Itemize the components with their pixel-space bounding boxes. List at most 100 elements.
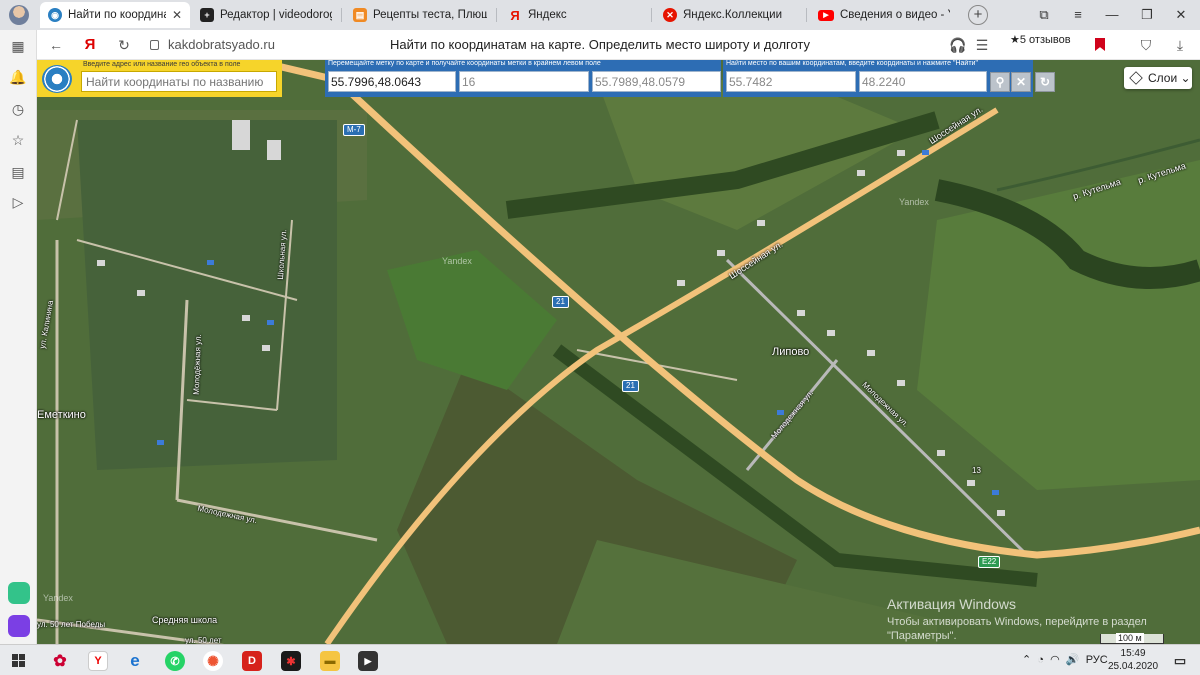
- alice-app-icon[interactable]: [8, 615, 30, 637]
- recipe-icon: ▤: [353, 8, 367, 22]
- pinwheel-app-icon[interactable]: ✿: [50, 651, 70, 671]
- hamburger-menu-icon[interactable]: ≡: [1067, 4, 1089, 26]
- village-label: Липово: [772, 346, 810, 358]
- messenger-app-icon[interactable]: [8, 582, 30, 604]
- clock-date: 25.04.2020: [1108, 661, 1159, 672]
- tab-editor[interactable]: + Редактор | videodorogros: [192, 2, 340, 28]
- search-hint: Введите адрес или название гео объекта в…: [83, 61, 241, 68]
- house-number-label: 13: [972, 466, 981, 475]
- globe-icon: ◉: [48, 8, 62, 22]
- yandex-watermark: Yandex: [899, 197, 929, 207]
- tab-title: Яндекс: [528, 9, 567, 21]
- marker-panel: Перемещайте метку по карте и получайте к…: [325, 60, 721, 97]
- wifi-icon[interactable]: ◠: [1050, 654, 1060, 666]
- find-search-icon[interactable]: ⚲: [990, 72, 1010, 92]
- tab-separator: [341, 8, 342, 22]
- youtube-icon: ▶: [818, 9, 834, 21]
- minimize-icon[interactable]: —: [1101, 4, 1123, 26]
- tab-separator: [806, 8, 807, 22]
- reload-icon[interactable]: ↻: [114, 35, 134, 55]
- yandex-icon: Я: [510, 7, 520, 23]
- close-icon[interactable]: ✕: [172, 8, 182, 22]
- address-bar: ← Я ↻ kakdobratsyado.ru Найти по координ…: [0, 30, 1200, 60]
- maximize-icon[interactable]: ❐: [1136, 4, 1158, 26]
- file-explorer-icon[interactable]: ▬: [320, 651, 340, 671]
- yandex-browser-taskbar-icon[interactable]: Y: [88, 651, 108, 671]
- photos-app-icon[interactable]: ✺: [203, 651, 223, 671]
- tab-recipes[interactable]: ▤ Рецепты теста, Плюшка к: [345, 2, 495, 28]
- video-editor-icon[interactable]: ▶: [358, 651, 378, 671]
- activation-line: Чтобы активировать Windows, перейдите в …: [887, 616, 1147, 628]
- tabs-menu-icon[interactable]: ⧉: [1033, 4, 1055, 26]
- clock-icon[interactable]: ◷: [9, 100, 27, 118]
- reviews-badge[interactable]: ★5 отзывов: [1010, 33, 1071, 46]
- site-logo-icon[interactable]: [42, 65, 72, 93]
- tab-title: Рецепты теста, Плюшка к: [373, 9, 487, 21]
- find-hint: Найти место по вашим координатам, введит…: [726, 60, 978, 67]
- tab-coordinates[interactable]: ◉ Найти по координатам ✕: [40, 2, 190, 28]
- refresh-icon[interactable]: ↻: [1035, 72, 1055, 92]
- yandex-watermark: Yandex: [442, 256, 472, 266]
- road-badge: 21: [622, 380, 639, 392]
- zoom-field[interactable]: [459, 71, 589, 92]
- yandex-watermark: Yandex: [43, 593, 73, 603]
- lock-icon[interactable]: [150, 40, 159, 50]
- layers-icon: [1129, 71, 1143, 85]
- marker-coords-field[interactable]: [328, 71, 456, 92]
- url-text[interactable]: kakdobratsyado.ru: [168, 37, 275, 52]
- road-badge: E22: [978, 556, 1001, 568]
- edge-icon[interactable]: e: [125, 651, 145, 671]
- notifications-icon[interactable]: ▭: [1170, 651, 1190, 671]
- layers-button[interactable]: Слои ⌄: [1124, 67, 1192, 89]
- tab-title: Сведения о видео - YouT: [840, 9, 950, 21]
- tab-yandex[interactable]: Я Яндекс: [500, 2, 650, 28]
- search-by-name-input[interactable]: [81, 71, 277, 92]
- spider-app-icon[interactable]: ✱: [281, 651, 301, 671]
- notes-icon[interactable]: ▤: [9, 163, 27, 181]
- tab-collections[interactable]: ✕ Яндекс.Коллекции: [655, 2, 805, 28]
- windows-start-icon[interactable]: [12, 654, 25, 667]
- back-arrow-icon[interactable]: ←: [46, 35, 66, 55]
- d-app-icon[interactable]: D: [242, 651, 262, 671]
- reader-mode-icon[interactable]: ☰: [972, 35, 992, 55]
- new-tab-button[interactable]: +: [968, 5, 988, 25]
- bell-icon[interactable]: 🔔: [9, 68, 27, 86]
- taskbar-clock[interactable]: 15:49 25.04.2020: [1108, 647, 1158, 673]
- language-indicator[interactable]: РУС: [1086, 654, 1108, 666]
- extension-icon[interactable]: ⛉: [1136, 35, 1156, 55]
- activation-title: Активация Windows: [887, 596, 1017, 612]
- map-imagery: [37, 60, 1200, 644]
- tab-separator: [651, 8, 652, 22]
- star-icon[interactable]: ☆: [9, 131, 27, 149]
- play-circle-icon[interactable]: ▷: [9, 193, 27, 211]
- window-close-icon[interactable]: ✕: [1170, 4, 1192, 26]
- headphones-icon[interactable]: 🎧: [948, 35, 968, 55]
- tab-youtube[interactable]: ▶ Сведения о видео - YouT: [810, 2, 958, 28]
- bookmark-icon[interactable]: [1095, 38, 1105, 51]
- latitude-input[interactable]: [726, 71, 856, 92]
- chevron-up-icon[interactable]: ⌃: [1022, 654, 1031, 666]
- profile-avatar[interactable]: [9, 5, 29, 25]
- satellite-map[interactable]: Липово Еметкино Средняя школа Шоссейная …: [37, 60, 1200, 644]
- yandex-logo-button[interactable]: Я: [80, 35, 100, 55]
- tab-title: Яндекс.Коллекции: [683, 9, 782, 21]
- clear-x-icon[interactable]: ✕: [1011, 72, 1031, 92]
- tab-title: Найти по координатам: [68, 9, 166, 21]
- network-icon[interactable]: ◔: [1037, 654, 1044, 666]
- tab-bar: ◉ Найти по координатам ✕ + Редактор | vi…: [0, 0, 1200, 30]
- layers-label: Слои: [1148, 71, 1178, 85]
- longitude-input[interactable]: [859, 71, 987, 92]
- grid-icon[interactable]: ▦: [9, 37, 27, 55]
- clock-time: 15:49: [1120, 648, 1146, 659]
- tab-title: Редактор | videodorogros: [220, 9, 332, 21]
- speaker-icon[interactable]: 🔊: [1066, 654, 1080, 666]
- whatsapp-icon[interactable]: ✆: [165, 651, 185, 671]
- system-tray: ⌃ ◔ ◠ 🔊 РУС: [1022, 653, 1108, 666]
- center-coords-field[interactable]: [592, 71, 721, 92]
- collections-icon: ✕: [663, 8, 677, 22]
- windows-taskbar: ✿ Y e ✆ ✺ D ✱ ▬ ▶ ⌃ ◔ ◠ 🔊 РУС 15:49 25.0…: [0, 644, 1200, 675]
- search-panel: Введите адрес или название гео объекта в…: [37, 60, 282, 97]
- street-label: ул. 50 лет: [185, 636, 222, 644]
- street-label: ул. 50 лет Победы: [37, 620, 106, 629]
- download-icon[interactable]: ⤓: [1170, 35, 1190, 55]
